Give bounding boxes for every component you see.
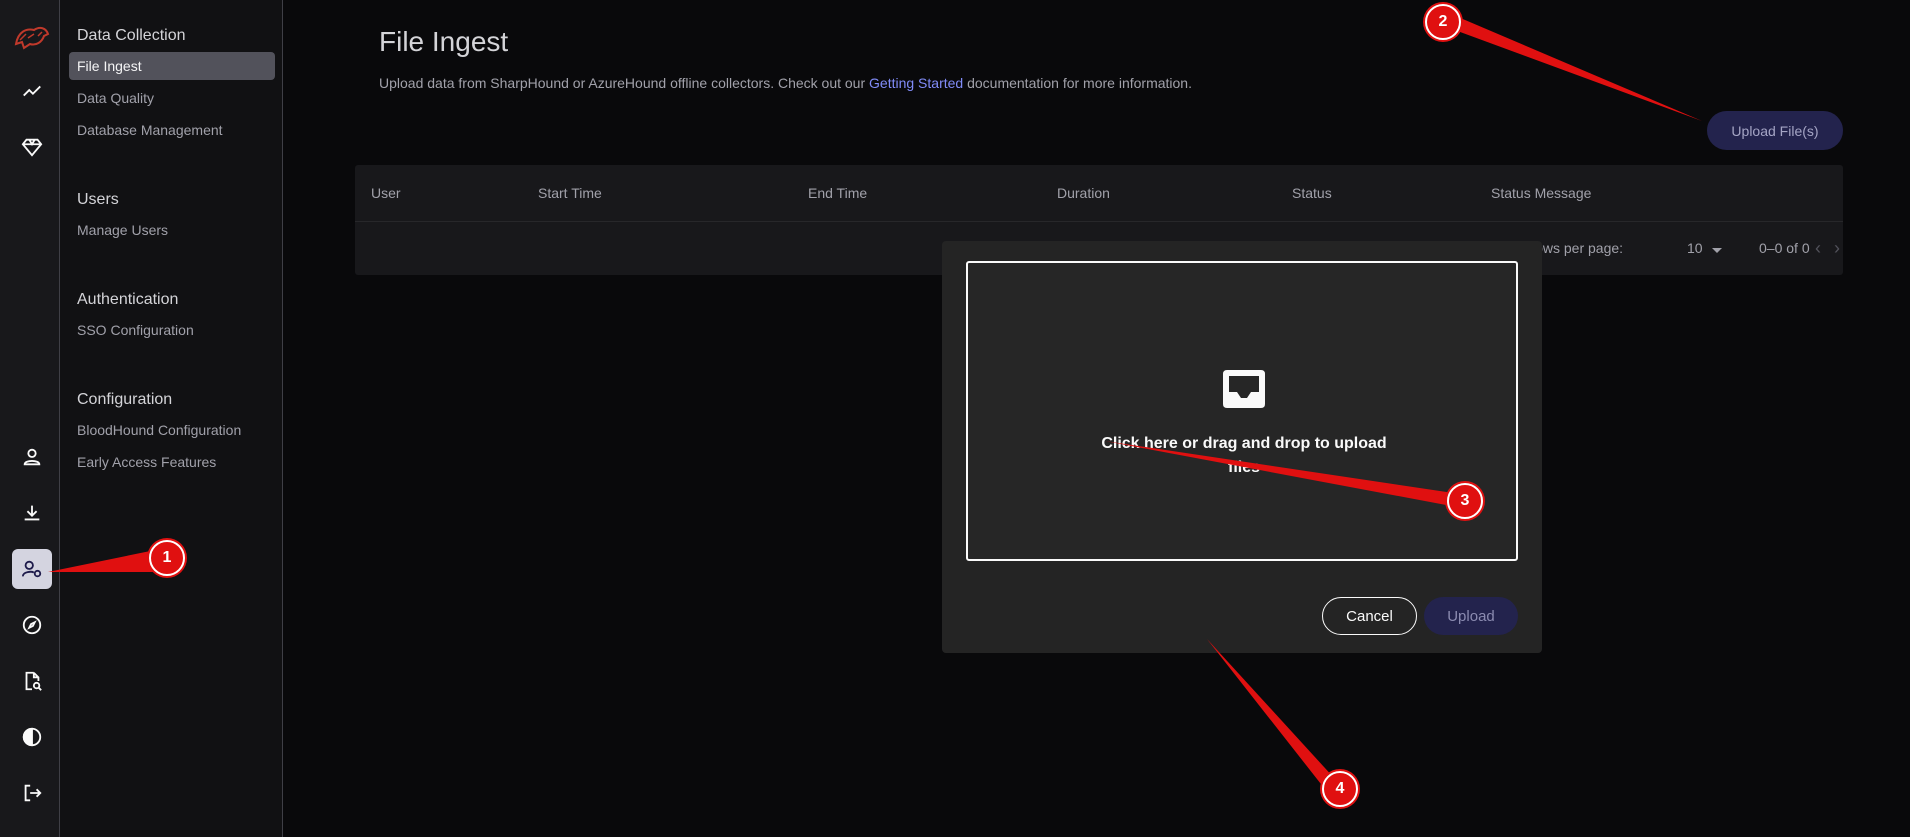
inbox-icon: [1223, 370, 1265, 408]
cancel-button[interactable]: Cancel: [1322, 597, 1417, 635]
nav-heading-data-collection: Data Collection: [77, 27, 186, 44]
sidebar-item-sso-configuration[interactable]: SSO Configuration: [69, 316, 275, 344]
main-content: File Ingest Upload data from SharpHound …: [283, 0, 1910, 837]
annotation-marker-2: 2: [1425, 4, 1461, 40]
nav-heading-configuration: Configuration: [77, 391, 173, 408]
rows-per-page-select[interactable]: 10: [1687, 240, 1703, 256]
gem-icon[interactable]: [12, 127, 52, 167]
upload-files-button[interactable]: Upload File(s): [1707, 111, 1843, 150]
upload-button[interactable]: Upload: [1424, 597, 1518, 635]
chevron-left-icon[interactable]: ‹: [1815, 239, 1821, 257]
document-search-icon[interactable]: [12, 661, 52, 701]
sidebar-item-data-quality[interactable]: Data Quality: [69, 84, 275, 112]
pagination-range: 0–0 of 0: [1759, 240, 1810, 256]
compass-icon[interactable]: [12, 605, 52, 645]
column-duration[interactable]: Duration: [1057, 185, 1110, 201]
column-status[interactable]: Status: [1292, 185, 1332, 201]
column-start-time[interactable]: Start Time: [538, 185, 602, 201]
logout-icon[interactable]: [12, 773, 52, 813]
bloodhound-logo-icon[interactable]: [12, 18, 52, 54]
contrast-icon[interactable]: [12, 717, 52, 757]
description-text-end: documentation for more information.: [963, 75, 1192, 91]
annotation-marker-4: 4: [1322, 771, 1358, 807]
upload-dialog: Click here or drag and drop to upload fi…: [942, 241, 1542, 653]
chevron-right-icon[interactable]: ›: [1834, 239, 1840, 257]
annotation-marker-3: 3: [1447, 483, 1483, 519]
nav-heading-authentication: Authentication: [77, 291, 179, 308]
icon-rail: [0, 0, 60, 837]
sidebar-item-bloodhound-configuration[interactable]: BloodHound Configuration: [69, 416, 275, 444]
page-description: Upload data from SharpHound or AzureHoun…: [379, 75, 1192, 91]
sidebar-nav: Data Collection File Ingest Data Quality…: [60, 0, 283, 837]
trend-chart-icon[interactable]: [12, 71, 52, 111]
page-title: File Ingest: [379, 26, 509, 57]
column-end-time[interactable]: End Time: [808, 185, 867, 201]
sidebar-item-manage-users[interactable]: Manage Users: [69, 216, 275, 244]
person-icon[interactable]: [12, 437, 52, 477]
caret-down-icon[interactable]: [1712, 248, 1722, 253]
description-text: Upload data from SharpHound or AzureHoun…: [379, 75, 870, 91]
sidebar-item-file-ingest[interactable]: File Ingest: [69, 52, 275, 80]
sidebar-item-database-management[interactable]: Database Management: [69, 116, 275, 144]
getting-started-link[interactable]: Getting Started: [869, 75, 963, 91]
user-gear-icon[interactable]: [12, 549, 52, 589]
file-dropzone[interactable]: Click here or drag and drop to upload fi…: [966, 261, 1518, 561]
column-status-message[interactable]: Status Message: [1491, 185, 1591, 201]
dropzone-text: Click here or drag and drop to upload fi…: [1101, 435, 1387, 476]
download-icon[interactable]: [12, 493, 52, 533]
table-header: User Start Time End Time Duration Status…: [355, 165, 1843, 222]
sidebar-item-early-access-features[interactable]: Early Access Features: [69, 448, 275, 476]
column-user[interactable]: User: [371, 185, 401, 201]
nav-heading-users: Users: [77, 191, 119, 208]
annotation-marker-1: 1: [149, 540, 185, 576]
